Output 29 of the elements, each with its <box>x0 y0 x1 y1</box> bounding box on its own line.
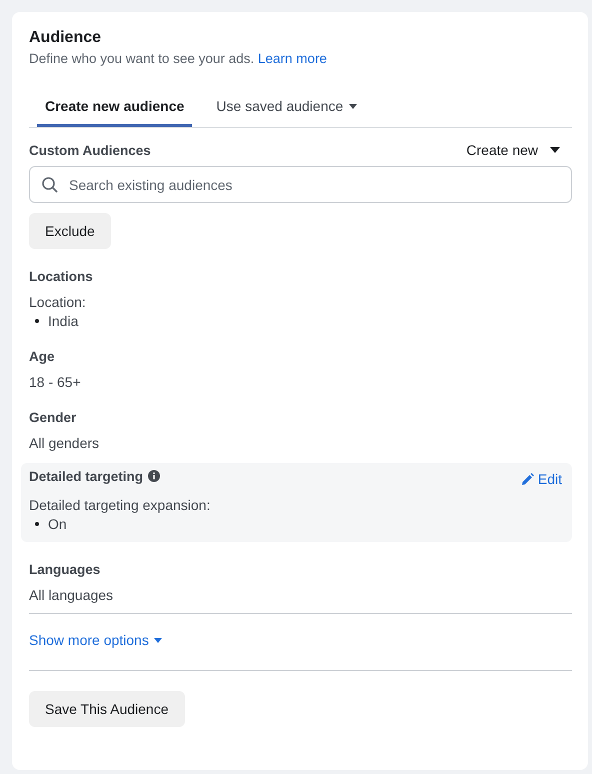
field-label: Location: <box>29 294 87 310</box>
pencil-icon <box>520 472 534 486</box>
field-label: Languages <box>29 562 100 577</box>
field-label: Custom Audiences <box>29 142 151 158</box>
field-label: Locations <box>29 269 93 284</box>
field-value: All genders <box>29 435 100 451</box>
field-label: Detailed targeting expansion: <box>29 497 212 513</box>
field-label: Age <box>29 349 55 364</box>
field-value: 18 - 65+ <box>29 374 82 390</box>
edit-button[interactable]: Edit <box>520 465 562 487</box>
field-label: Gender <box>29 410 76 425</box>
field-label: Detailed targeting <box>29 468 144 484</box>
search-field[interactable]: Search existing audiences <box>29 166 572 203</box>
section-title: Audience <box>29 29 102 47</box>
list-item: On <box>48 516 67 532</box>
exclude-button[interactable]: Exclude <box>29 213 111 249</box>
save-audience-button[interactable]: Save This Audience <box>29 691 184 727</box>
bullet-icon <box>35 522 39 526</box>
show-more-link[interactable]: Show more options <box>29 632 162 648</box>
caret-icon <box>550 147 560 153</box>
caret-icon <box>154 638 162 642</box>
create-new-button[interactable]: Create new <box>466 142 572 158</box>
bullet-icon <box>35 319 39 323</box>
description-text: Define who you want to see your ads. Learn more <box>29 51 328 66</box>
tab[interactable]: Use saved audience <box>208 86 366 127</box>
field-value: All languages <box>29 587 114 603</box>
learn-more-link[interactable]: Learn more <box>258 51 327 66</box>
list-item: India <box>48 313 78 329</box>
tab[interactable]: Create new audience <box>37 86 192 127</box>
